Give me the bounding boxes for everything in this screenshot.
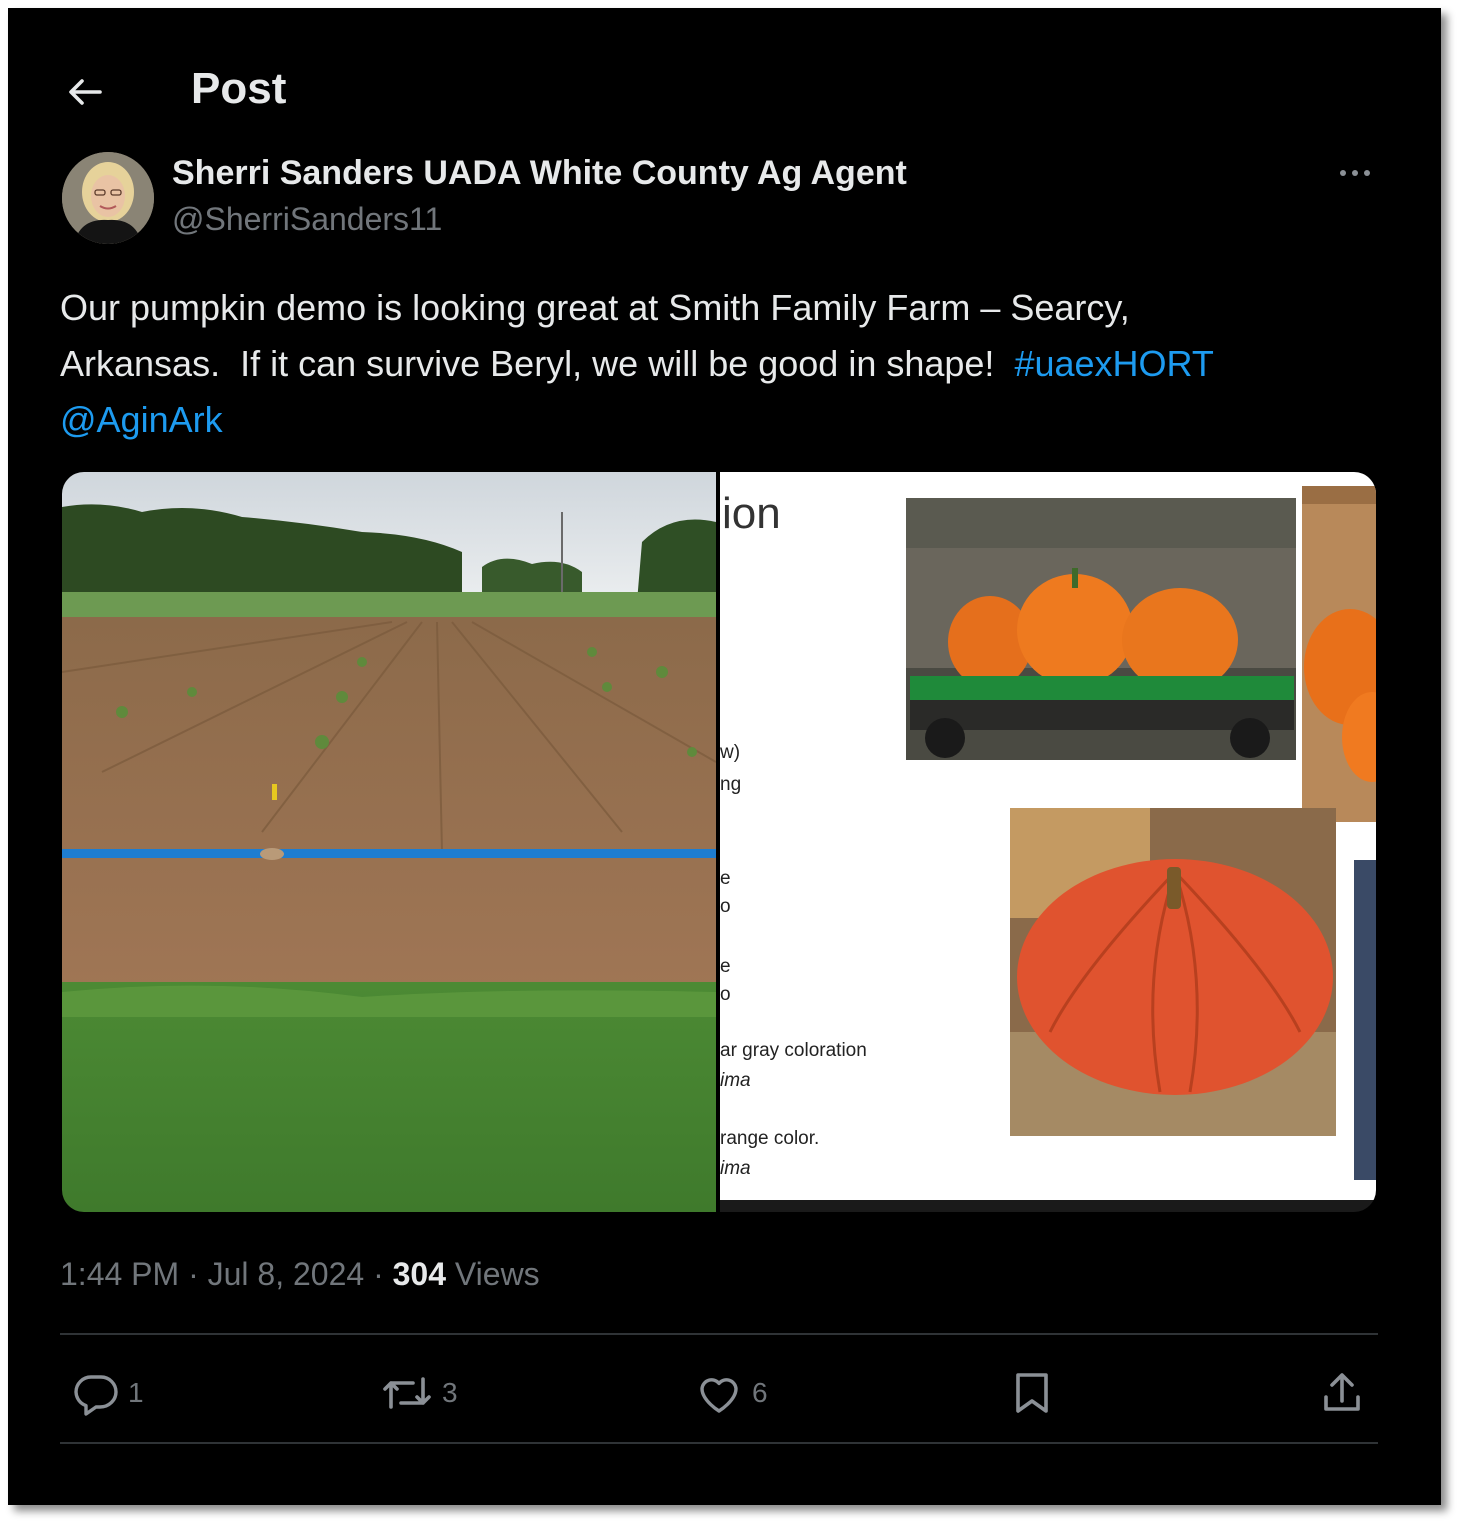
divider-top [60, 1333, 1378, 1335]
share-icon [1324, 1373, 1360, 1411]
hashtag-link[interactable]: #uaexHORT [1014, 343, 1213, 384]
slide-text-6: o [720, 984, 731, 1005]
post-text-line-1: Our pumpkin demo is looking great at Smi… [60, 287, 1130, 328]
author-handle[interactable]: @SherriSanders11 [172, 201, 442, 238]
more-button[interactable] [1335, 160, 1375, 186]
back-arrow-icon [69, 79, 102, 105]
post-time[interactable]: 1:44 PM [60, 1256, 179, 1292]
reply-icon [74, 1375, 118, 1416]
slide-text-4: o [720, 896, 731, 917]
pumpkin-wagon-photo [906, 498, 1296, 760]
back-button[interactable] [64, 72, 104, 112]
meta-separator-2: · [364, 1256, 393, 1292]
avatar[interactable] [62, 152, 154, 244]
slide-text-7: ar gray coloration [720, 1040, 867, 1061]
repost-count: 3 [442, 1377, 458, 1408]
post-meta: 1:44 PM · Jul 8, 2024 · 304 Views [60, 1256, 540, 1293]
post-text-line-3: @AginArk [60, 392, 1380, 448]
slide-text-2: ng [720, 774, 741, 795]
repost-icon [383, 1377, 431, 1409]
page-title: Post [191, 64, 287, 113]
slide-text-5: e [720, 956, 731, 977]
bookmark-icon [1016, 1373, 1048, 1413]
slide-text-10: ima [720, 1158, 751, 1179]
divider-bottom [60, 1442, 1378, 1444]
like-button[interactable]: 6 [694, 1368, 768, 1418]
like-icon [700, 1378, 738, 1413]
meta-separator-1: · [179, 1256, 208, 1292]
more-icon [1340, 170, 1370, 176]
views-label: Views [446, 1256, 540, 1292]
pumpkin-slide: ion w) ng e o e o ar gray coloration ima… [719, 472, 1376, 1212]
slide-text-8: ima [720, 1070, 751, 1091]
post-text-body: Arkansas. If it can survive Beryl, we wi… [60, 343, 1015, 384]
avatar-image [62, 152, 154, 244]
slide-text-1: w) [720, 742, 740, 763]
slide-text-3: e [720, 868, 731, 889]
media-photo-field[interactable] [62, 472, 717, 1212]
post-date[interactable]: Jul 8, 2024 [208, 1256, 365, 1292]
pumpkin-crate-photo [1302, 486, 1376, 822]
bookmark-button[interactable] [1008, 1368, 1056, 1418]
like-count: 6 [752, 1377, 768, 1408]
media-slide-pumpkins[interactable]: ion w) ng e o e o ar gray coloration ima… [719, 472, 1376, 1212]
cinderella-pumpkin-photo [1010, 808, 1336, 1136]
slide-text-9: range color. [720, 1128, 819, 1149]
post-media: ion w) ng e o e o ar gray coloration ima… [62, 472, 1376, 1212]
views-count: 304 [392, 1256, 446, 1292]
mention-link[interactable]: @AginArk [60, 399, 223, 440]
post-text: Our pumpkin demo is looking great at Smi… [60, 280, 1380, 448]
post-screen: Post Sherri Sanders UADA White County Ag… [8, 8, 1441, 1505]
reply-button[interactable]: 1 [72, 1368, 144, 1418]
author-name[interactable]: Sherri Sanders UADA White County Ag Agen… [172, 154, 907, 193]
post-text-line-2: Arkansas. If it can survive Beryl, we wi… [60, 336, 1380, 392]
share-button[interactable] [1318, 1368, 1366, 1418]
repost-button[interactable]: 3 [380, 1368, 458, 1418]
reply-count: 1 [128, 1377, 144, 1408]
slide-heading: ion [722, 489, 781, 538]
post-header: Post [8, 58, 1441, 128]
field-photo [62, 472, 717, 1212]
